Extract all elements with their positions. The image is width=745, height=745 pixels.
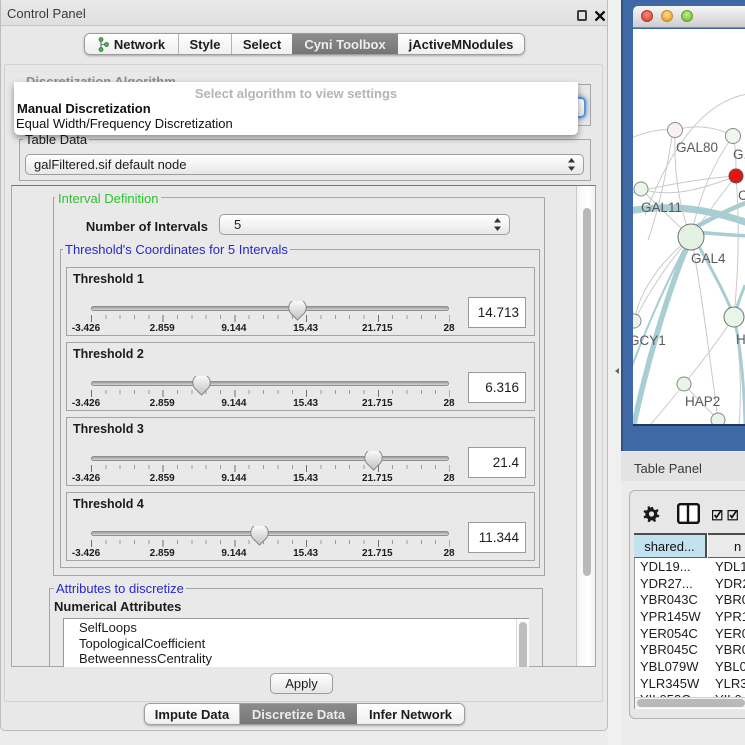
svg-text:C: C <box>738 188 745 203</box>
svg-text:GCY1: GCY1 <box>633 333 666 348</box>
svg-text:GAL4: GAL4 <box>691 251 726 266</box>
svg-text:GAL11: GAL11 <box>641 200 682 215</box>
svg-text:HAP2: HAP2 <box>685 394 720 409</box>
svg-text:H: H <box>736 332 745 347</box>
svg-text:GAL80: GAL80 <box>676 140 718 155</box>
svg-text:G.: G. <box>733 147 745 162</box>
